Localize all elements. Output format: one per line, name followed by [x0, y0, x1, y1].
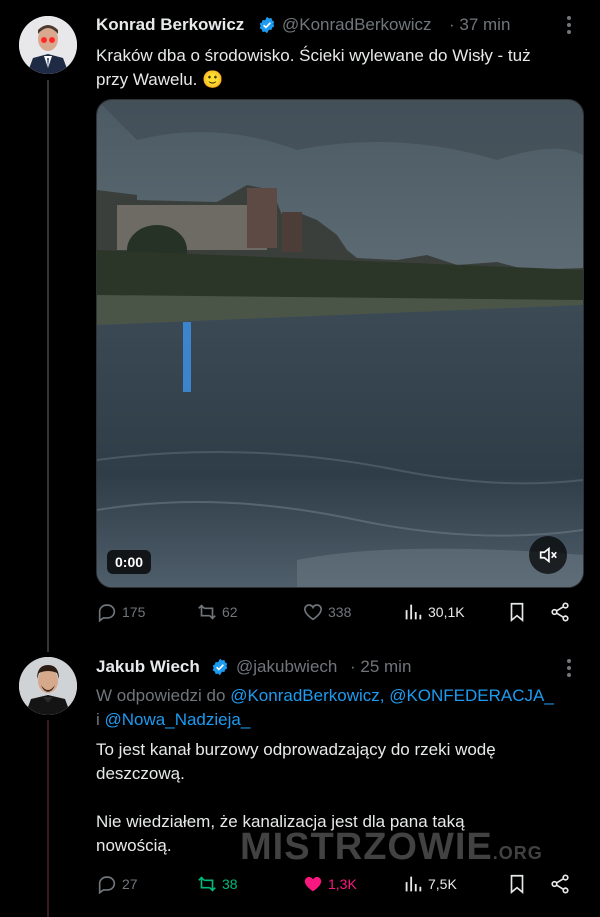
video-time: 0:00 — [107, 550, 152, 574]
author-name[interactable]: Konrad Berkowicz — [96, 15, 244, 35]
views-count: 7,5K — [428, 876, 457, 892]
thread-line-bottom — [47, 720, 49, 917]
reply-author-name[interactable]: Jakub Wiech — [96, 657, 200, 677]
share-icon[interactable] — [549, 873, 571, 895]
tweet2-actions: 27 38 1,3K 7,5K — [96, 873, 576, 901]
repost-icon — [198, 876, 216, 892]
reply-count: 175 — [122, 604, 146, 620]
mention-link[interactable]: @KonradBerkowicz, — [230, 686, 384, 705]
mute-button[interactable] — [529, 536, 567, 574]
repost-button[interactable]: 38 — [196, 873, 238, 895]
reply-button[interactable]: 27 — [96, 873, 138, 895]
avatar-jakub[interactable] — [19, 657, 77, 715]
author-handle[interactable]: @KonradBerkowicz — [282, 15, 432, 35]
mention-link[interactable]: @Nowa_Nadzieja_ — [105, 710, 251, 729]
repost-icon — [198, 604, 216, 620]
repost-count: 62 — [222, 604, 238, 620]
like-count: 1,3K — [328, 876, 357, 892]
bookmark-icon[interactable] — [506, 601, 528, 623]
reply-author-handle[interactable]: @jakubwiech — [236, 657, 337, 677]
video-frame — [97, 100, 583, 587]
watermark: MISTRZOWIE.ORG — [240, 826, 543, 868]
replying-to: W odpowiedzi do @KonradBerkowicz, @KONFE… — [96, 686, 554, 729]
speaker-muted-icon — [539, 546, 557, 564]
views-count: 30,1K — [428, 604, 465, 620]
heart-filled-icon — [304, 876, 322, 892]
heart-icon — [303, 604, 323, 621]
bookmark-icon[interactable] — [506, 873, 528, 895]
reply-icon — [98, 604, 116, 623]
reply-count: 27 — [122, 876, 138, 892]
verified-badge-icon — [259, 16, 275, 34]
tweet-text: Kraków dba o środowisko. Ścieki wylewane… — [96, 46, 531, 89]
verified-badge-icon — [212, 658, 228, 676]
like-button[interactable]: 1,3K — [302, 873, 357, 895]
reply-button[interactable]: 175 — [96, 601, 145, 623]
timestamp[interactable]: · 37 min — [449, 15, 510, 35]
mention-link[interactable]: @KONFEDERACJA_ — [389, 686, 554, 705]
more-options-icon[interactable] — [566, 14, 572, 36]
reply-icon — [98, 876, 116, 895]
thread-line-top — [47, 80, 49, 652]
reply-timestamp[interactable]: · 25 min — [350, 657, 411, 677]
tweet1-actions: 175 62 338 30,1K — [96, 601, 576, 629]
share-icon[interactable] — [549, 601, 571, 623]
views-chart-icon — [405, 876, 422, 892]
video-player[interactable]: 0:00 — [96, 99, 584, 588]
views-button[interactable]: 7,5K — [402, 873, 457, 895]
avatar-konrad[interactable] — [19, 16, 77, 74]
repost-button[interactable]: 62 — [196, 601, 238, 623]
views-button[interactable]: 30,1K — [402, 601, 465, 623]
views-chart-icon — [405, 604, 422, 620]
like-count: 338 — [328, 604, 352, 620]
repost-count: 38 — [222, 876, 238, 892]
more-options-icon[interactable] — [566, 657, 572, 679]
like-button[interactable]: 338 — [302, 601, 351, 623]
